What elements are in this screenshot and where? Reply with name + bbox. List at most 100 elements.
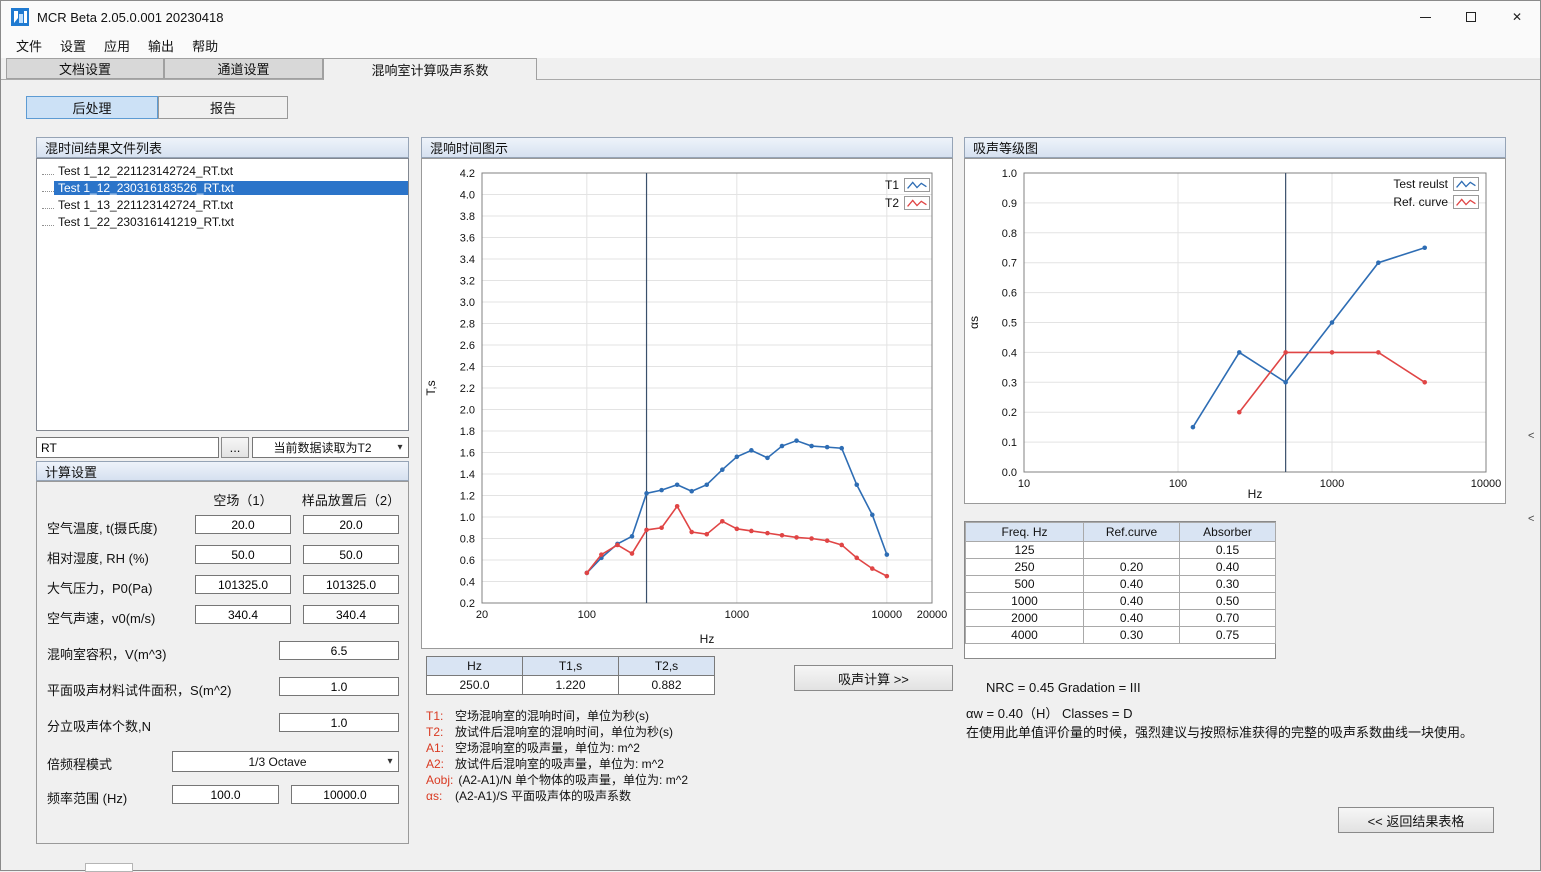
cell-absorber: 0.40 — [1180, 559, 1276, 576]
menu-help[interactable]: 帮助 — [183, 34, 227, 57]
note-text: 放试件后混响室的吸声量，单位为: m^2 — [455, 757, 664, 771]
rt-chart[interactable]: 0.20.40.60.81.01.21.41.61.82.02.22.42.62… — [421, 158, 953, 649]
svg-text:3.8: 3.8 — [460, 211, 475, 223]
note-key: T2: — [426, 725, 450, 739]
note-key: T1: — [426, 709, 450, 723]
absorption-chart-legend: Test reulst Ref. curve — [1393, 177, 1479, 209]
data-read-combobox[interactable]: 当前数据读取为T2 ▾ — [252, 437, 409, 458]
cell-refcurve: 0.30 — [1084, 627, 1180, 644]
absorber-count-field[interactable] — [279, 713, 399, 732]
legend-item-ref-curve: Ref. curve — [1393, 195, 1479, 209]
svg-text:0.4: 0.4 — [1002, 347, 1017, 359]
pressure-field-2[interactable] — [303, 575, 399, 594]
octave-mode-combobox[interactable]: 1/3 Octave ▾ — [172, 751, 399, 772]
advice-text: 在使用此单值评价量的时候，强烈建议与按照标准获得的完整的吸声系数曲线一块使用。 — [966, 722, 1511, 741]
cell-freq: 2000 — [966, 610, 1084, 627]
calc-settings-panel: 空场（1） 样品放置后（2） 空气温度, t(摄氏度) 相对湿度, RH (%)… — [36, 481, 409, 844]
tree-guide — [42, 166, 54, 175]
menu-file[interactable]: 文件 — [7, 34, 51, 57]
tab-channel-settings[interactable]: 通道设置 — [164, 58, 323, 79]
legend-item-test-result: Test reulst — [1393, 177, 1479, 191]
menu-apply[interactable]: 应用 — [95, 34, 139, 57]
maximize-button[interactable] — [1448, 1, 1494, 33]
col-header-with-sample: 样品放置后（2） — [296, 490, 406, 509]
svg-text:4.2: 4.2 — [460, 168, 475, 180]
minimize-button[interactable] — [1402, 1, 1448, 33]
menu-output[interactable]: 输出 — [139, 34, 183, 57]
svg-text:3.4: 3.4 — [460, 254, 475, 266]
file-name: Test 1_12_221123142724_RT.txt — [54, 164, 237, 178]
window-title: MCR Beta 2.05.0.001 20230418 — [37, 10, 223, 25]
col-header: T2,s — [619, 657, 715, 676]
humidity-field-1[interactable] — [195, 545, 291, 564]
absorption-calc-button[interactable]: 吸声计算 >> — [794, 665, 953, 691]
file-list-item[interactable]: Test 1_12_221123142724_RT.txt — [37, 162, 408, 179]
svg-text:0.2: 0.2 — [1002, 407, 1017, 419]
collapse-panel-icon[interactable]: < — [1528, 430, 1534, 442]
svg-text:αs: αs — [967, 316, 981, 329]
absorber-count-label: 分立吸声体个数,N — [47, 716, 151, 735]
absorption-chart[interactable]: 0.00.10.20.30.40.50.60.70.80.91.01010010… — [964, 158, 1506, 504]
freq-min-field[interactable] — [172, 785, 279, 804]
table-row: 4000 0.30 0.75 — [966, 627, 1276, 644]
cell-freq: 1000 — [966, 593, 1084, 610]
file-list-item[interactable]: Test 1_13_221123142724_RT.txt — [37, 196, 408, 213]
svg-text:Hz: Hz — [1248, 487, 1263, 501]
humidity-field-2[interactable] — [303, 545, 399, 564]
tab-strip-divider — [1, 79, 1540, 80]
cell-refcurve — [1084, 542, 1180, 559]
room-volume-field[interactable] — [279, 641, 399, 660]
nrc-result-text: NRC = 0.45 Gradation = III — [986, 680, 1141, 695]
aw-result-text: αw = 0.40（H） Classes = D — [966, 703, 1132, 722]
freq-range-label: 频率范围 (Hz) — [47, 788, 127, 807]
note-text: (A2-A1)/S 平面吸声体的吸声系数 — [455, 789, 631, 803]
note-a2: A2: 放试件后混响室的吸声量，单位为: m^2 — [426, 755, 664, 772]
cell-hz: 250.0 — [427, 676, 523, 695]
svg-text:100: 100 — [1169, 478, 1187, 490]
file-list-item-selected[interactable]: Test 1_12_230316183526_RT.txt — [37, 179, 408, 196]
svg-text:0.6: 0.6 — [1002, 288, 1017, 300]
cell-refcurve: 0.40 — [1084, 576, 1180, 593]
pressure-field-1[interactable] — [195, 575, 291, 594]
app-logo-icon — [11, 8, 29, 26]
col-header: Ref.curve — [1084, 523, 1180, 542]
close-button[interactable]: ✕ — [1494, 1, 1540, 33]
collapse-panel-icon[interactable]: < — [1528, 513, 1534, 525]
octave-mode-value: 1/3 Octave — [173, 755, 382, 769]
tab-document-settings[interactable]: 文档设置 — [6, 58, 164, 79]
note-t2: T2:放试件后混响室的混响时间，单位为秒(s) — [426, 723, 673, 740]
cell-refcurve: 0.40 — [1084, 610, 1180, 627]
temperature-field-2[interactable] — [303, 515, 399, 534]
browse-button[interactable]: ... — [221, 437, 249, 458]
note-text: 空场混响室的混响时间，单位为秒(s) — [455, 709, 649, 723]
legend-label: Test reulst — [1393, 177, 1448, 191]
specimen-area-field[interactable] — [279, 677, 399, 696]
svg-text:0.8: 0.8 — [1002, 228, 1017, 240]
absorption-chart-header: 吸声等级图 — [964, 137, 1506, 158]
svg-text:0.6: 0.6 — [460, 555, 475, 567]
sound-speed-field-1[interactable] — [195, 605, 291, 624]
note-key: A2: — [426, 757, 450, 771]
subtab-postprocess[interactable]: 后处理 — [26, 96, 158, 119]
legend-label: T1 — [885, 178, 899, 192]
freq-max-field[interactable] — [291, 785, 399, 804]
menu-settings[interactable]: 设置 — [51, 34, 95, 57]
tab-reverb-absorption[interactable]: 混响室计算吸声系数 — [323, 58, 537, 80]
calc-settings-header: 计算设置 — [36, 461, 409, 481]
return-results-button[interactable]: << 返回结果表格 — [1338, 807, 1494, 833]
table-row: 125 0.15 — [966, 542, 1276, 559]
room-volume-label: 混响室容积，V(m^3) — [47, 644, 167, 663]
note-key: Aobj: — [426, 773, 453, 787]
file-list[interactable]: Test 1_12_221123142724_RT.txt Test 1_12_… — [36, 158, 409, 431]
legend-item-t1: T1 — [885, 178, 930, 192]
temperature-field-1[interactable] — [195, 515, 291, 534]
subtab-report[interactable]: 报告 — [158, 96, 288, 119]
menu-bar: 文件 设置 应用 输出 帮助 — [1, 33, 1540, 58]
filter-input[interactable] — [36, 437, 219, 458]
tree-guide — [42, 183, 54, 192]
sound-speed-field-2[interactable] — [303, 605, 399, 624]
svg-text:0.1: 0.1 — [1002, 437, 1017, 449]
legend-line-icon — [1453, 177, 1479, 191]
file-list-item[interactable]: Test 1_22_230316141219_RT.txt — [37, 213, 408, 230]
svg-text:2.2: 2.2 — [460, 383, 475, 395]
